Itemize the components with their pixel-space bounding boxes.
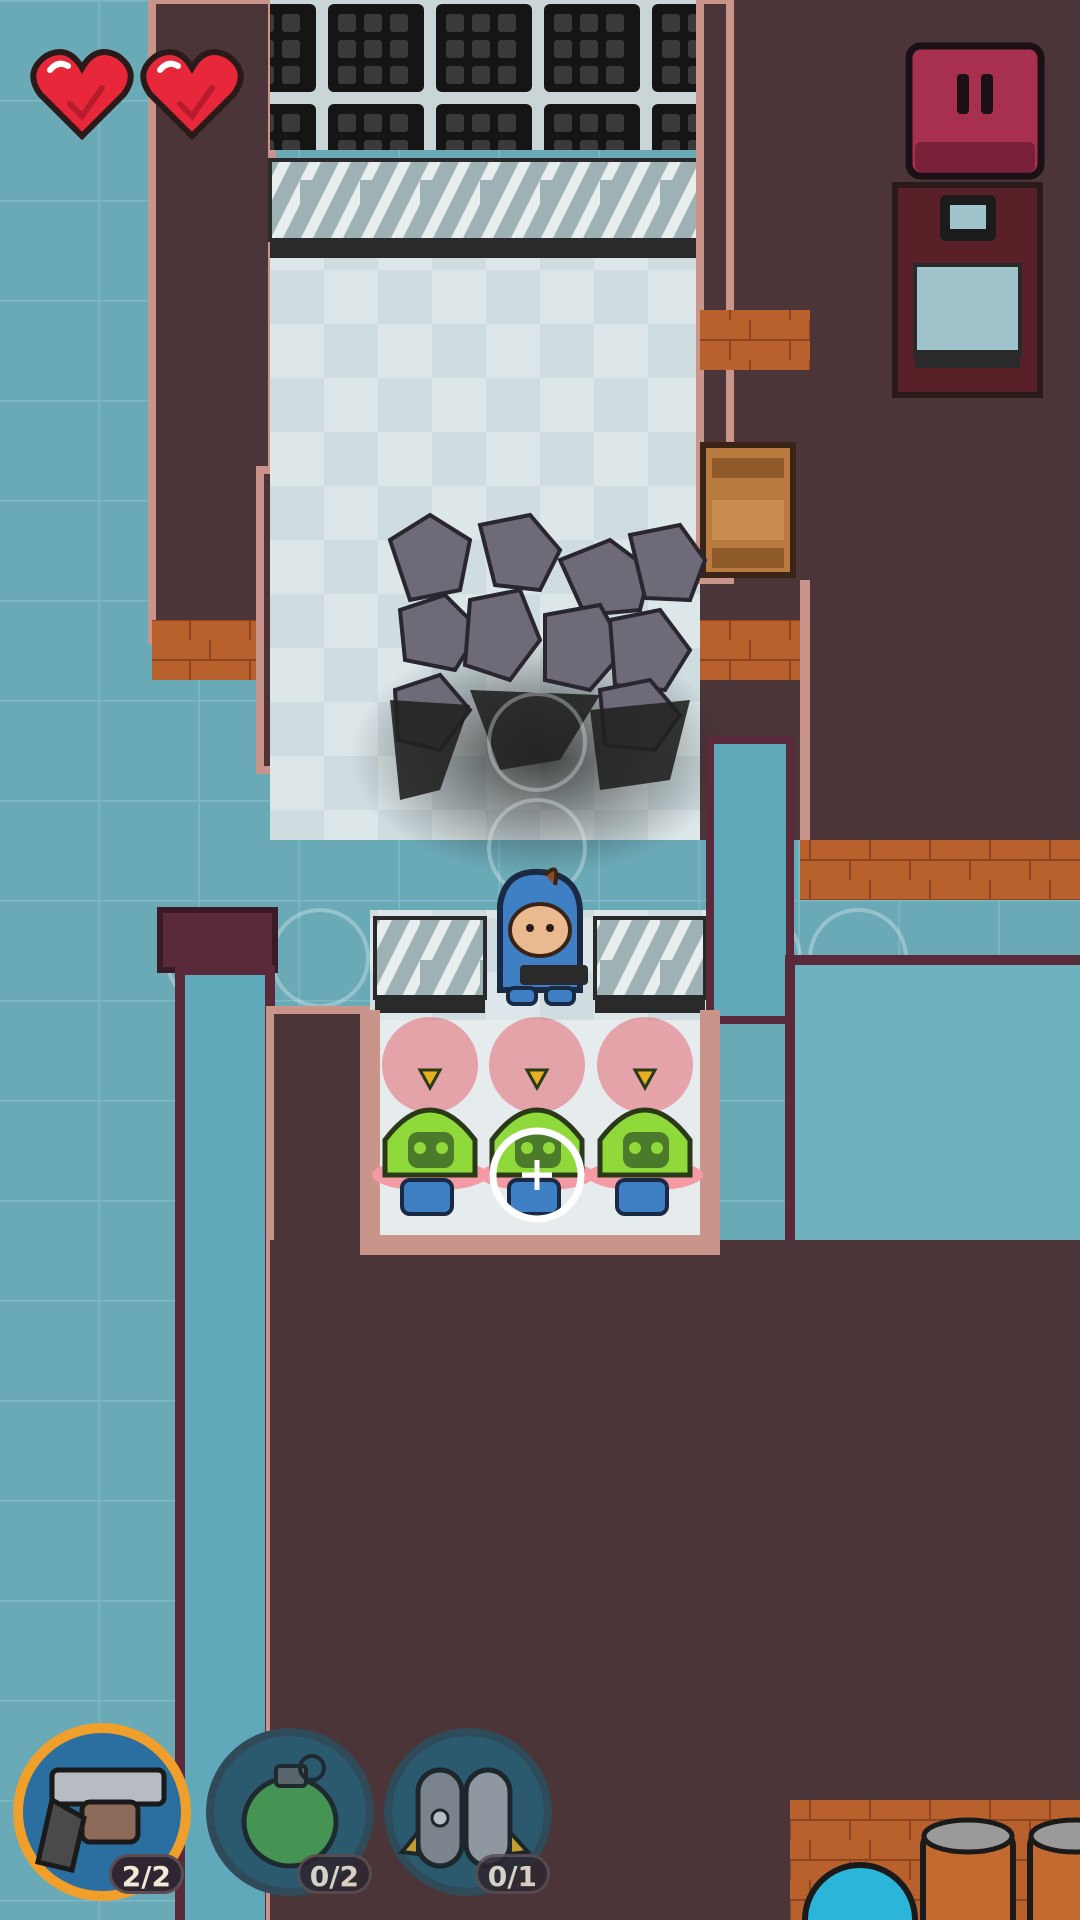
game-map <box>0 0 1080 1920</box>
weapon-slot-revolver[interactable]: 2/2 <box>12 1722 192 1902</box>
weapon-slot-rocket[interactable]: 0/1 <box>378 1722 558 1902</box>
rocket-icon <box>398 1767 533 1869</box>
ammo-count: 2/2 <box>108 1854 184 1894</box>
door-terminal <box>892 182 1043 398</box>
hazard-barrier-right <box>593 916 707 1000</box>
player-character <box>497 867 588 1006</box>
danger-zones <box>382 1017 693 1113</box>
hazard-barrier-left <box>373 916 487 1000</box>
pause-icon <box>905 42 1045 180</box>
ammo-count: 0/2 <box>296 1854 372 1894</box>
weapon-slot-grenade[interactable]: 0/2 <box>200 1722 380 1902</box>
pause-button[interactable] <box>905 42 1045 184</box>
heart-icon <box>140 48 244 141</box>
wooden-crate <box>700 442 796 578</box>
hazard-barrier-top <box>268 158 702 242</box>
heart-icon <box>30 48 134 141</box>
vent-grates <box>270 0 700 150</box>
ammo-count: 0/1 <box>474 1854 550 1894</box>
